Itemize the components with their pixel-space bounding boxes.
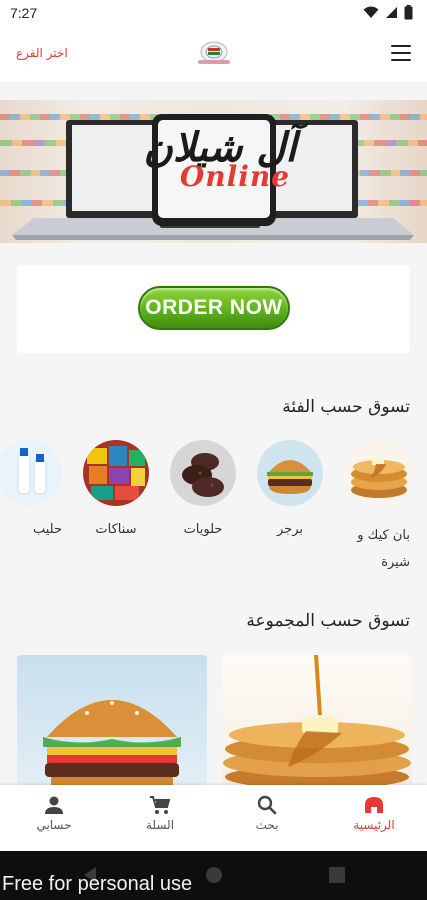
- categories-section-title: تسوق حسب الفئة: [282, 397, 410, 417]
- menu-icon[interactable]: [391, 45, 411, 63]
- status-icons: [363, 5, 413, 20]
- person-icon: [45, 796, 63, 814]
- category-pancake[interactable]: [343, 440, 415, 506]
- order-now-button[interactable]: ORDER NOW: [138, 286, 290, 330]
- home-icon: [365, 797, 383, 813]
- bottom-nav: الرئيسية بحث السلة حسابي: [0, 785, 427, 851]
- group-card-pancake[interactable]: [222, 655, 412, 785]
- category-label: حلويات: [183, 522, 223, 537]
- category-milk[interactable]: [0, 440, 65, 506]
- signal-icon: [386, 7, 397, 18]
- app-screen: 7:27 اختر الفرع آل شيلان Online ORDER NO…: [0, 0, 427, 900]
- cart-icon: [150, 796, 171, 814]
- category-sweets[interactable]: [167, 440, 239, 506]
- category-label: بان كيك و شيرة: [357, 528, 410, 570]
- app-bar: اختر الفرع: [0, 28, 427, 82]
- status-bar: 7:27: [0, 0, 427, 28]
- pancake-image: [346, 440, 412, 506]
- nav-home-label: الرئيسية: [353, 818, 395, 832]
- snacks-image: [83, 440, 149, 506]
- nav-account[interactable]: حسابي: [14, 795, 94, 832]
- nav-search-label: بحث: [255, 818, 279, 832]
- group-card-burger[interactable]: [17, 655, 207, 785]
- groups-section-title: تسوق حسب المجموعة: [246, 611, 410, 631]
- burger-photo: [43, 700, 181, 785]
- battery-icon: [404, 5, 413, 20]
- recents-icon[interactable]: [329, 867, 345, 883]
- nav-cart-label: السلة: [145, 818, 175, 832]
- milk-image: [0, 440, 62, 506]
- search-icon: [257, 795, 277, 815]
- category-burger[interactable]: [254, 440, 326, 506]
- status-time: 7:27: [10, 5, 38, 21]
- category-snacks[interactable]: [80, 440, 152, 506]
- cookies-image: [170, 440, 236, 506]
- store-logo: [198, 41, 230, 64]
- nav-search[interactable]: بحث: [227, 795, 307, 832]
- promo-banner: آل شيلان Online: [0, 100, 427, 243]
- choose-branch-link[interactable]: اختر الفرع: [16, 46, 68, 60]
- category-label: سناكات: [95, 522, 137, 537]
- nav-home[interactable]: الرئيسية: [334, 795, 414, 832]
- wifi-icon: [363, 6, 379, 18]
- home-circle-icon[interactable]: [205, 866, 223, 884]
- category-label: برجر: [277, 522, 303, 537]
- nav-account-label: حسابي: [36, 818, 72, 832]
- order-card: ORDER NOW: [17, 265, 410, 353]
- brand-online-text: Online: [179, 160, 291, 193]
- burger-image: [257, 440, 323, 506]
- category-label: حليب: [32, 522, 62, 537]
- pancake-photo: [223, 655, 411, 785]
- nav-cart[interactable]: السلة: [120, 795, 200, 832]
- watermark-text: Free for personal use: [2, 873, 193, 895]
